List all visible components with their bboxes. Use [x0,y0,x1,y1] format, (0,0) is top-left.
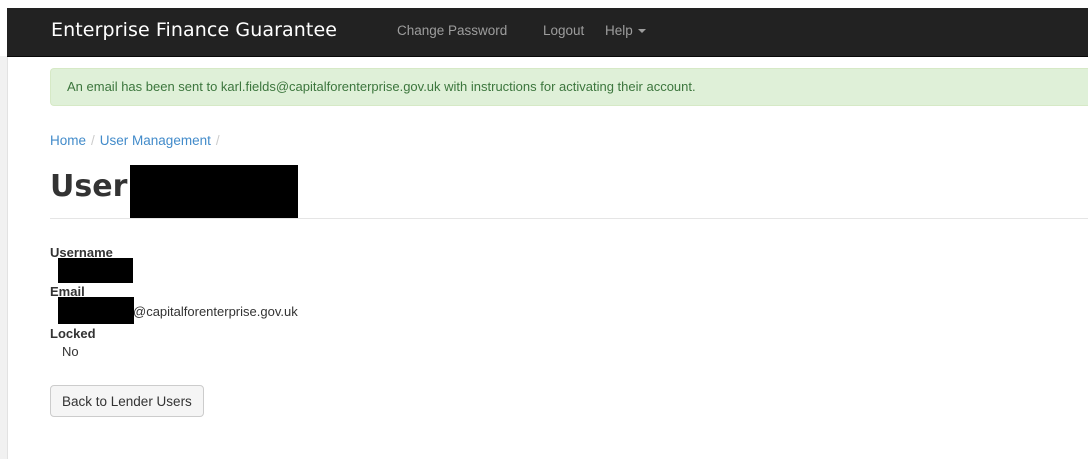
page-title: User: [50,169,140,204]
help-label: Help [605,23,633,38]
help-dropdown[interactable]: Help [605,23,646,38]
success-alert: An email has been sent to karl.fields@ca… [50,68,1088,106]
breadcrumb: Home / User Management / [50,133,225,148]
title-divider [50,218,1088,219]
brand-link[interactable]: Enterprise Finance Guarantee [51,19,337,41]
logout-link[interactable]: Logout [543,23,584,38]
breadcrumb-separator: / [91,133,95,148]
redacted-username-value [58,258,133,283]
window-edge [0,56,8,459]
change-password-link[interactable]: Change Password [397,23,507,38]
locked-value: No [62,344,79,359]
redacted-email-local-part [58,297,134,324]
locked-label: Locked [50,326,96,341]
chevron-down-icon [637,29,646,34]
breadcrumb-separator: / [215,133,220,148]
breadcrumb-home[interactable]: Home [50,133,86,148]
email-domain: @capitalforenterprise.gov.uk [133,304,298,319]
navbar: Enterprise Finance Guarantee Change Pass… [7,8,1088,57]
breadcrumb-user-management[interactable]: User Management [100,133,211,148]
alert-message: An email has been sent to karl.fields@ca… [67,79,696,94]
redacted-username-title [130,165,298,218]
back-to-lender-users-button[interactable]: Back to Lender Users [50,385,204,417]
